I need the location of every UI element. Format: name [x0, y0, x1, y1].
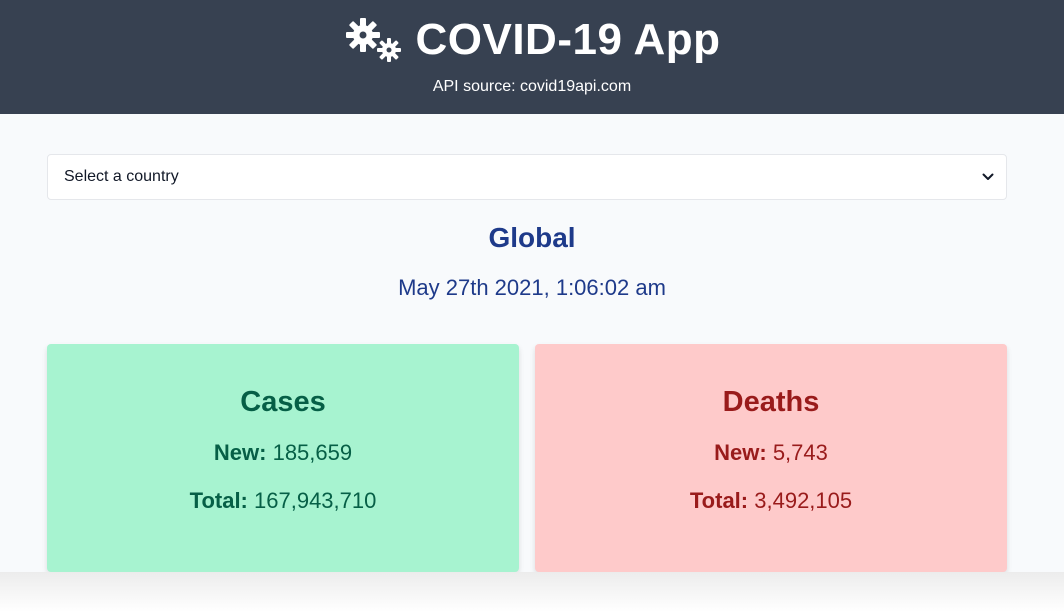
deaths-total-value: 3,492,105 [754, 488, 853, 513]
deaths-new-row: New: 5,743 [535, 439, 1007, 467]
cases-card-title: Cases [240, 386, 326, 418]
deaths-new-value: 5,743 [772, 440, 828, 465]
cases-total-value: 167,943,710 [254, 488, 377, 513]
deaths-total-row: Total: 3,492,105 [535, 487, 1007, 515]
cases-total-row: Total: 167,943,710 [47, 487, 519, 515]
deaths-new-label: New: [714, 440, 767, 465]
app-title: COVID-19 App [415, 15, 721, 64]
region-title: Global [488, 222, 576, 253]
api-source-text: API source: covid19api.com [432, 78, 632, 95]
chevron-down-icon [982, 173, 994, 180]
cases-card: Cases New: 185,659 Total: 167,943,710 [47, 344, 519, 572]
deaths-card: Deaths New: 5,743 Total: 3,492,105 [535, 344, 1007, 572]
virus-gears-icon [346, 18, 402, 62]
main-content: Select a country Global May 27th 2021, 1… [0, 114, 1064, 572]
title-row: COVID-19 App [0, 12, 1064, 68]
app-header: COVID-19 App API source: covid19api.com [0, 0, 1064, 114]
last-updated-datetime: May 27th 2021, 1:06:02 am [398, 275, 666, 300]
page-footer-area [0, 572, 1064, 612]
country-select[interactable]: Select a country [47, 154, 1007, 200]
deaths-card-title: Deaths [722, 386, 820, 418]
country-select-value: Select a country [64, 168, 179, 185]
deaths-total-label: Total: [689, 488, 749, 513]
cases-total-label: Total: [189, 488, 248, 513]
cases-new-value: 185,659 [272, 440, 353, 465]
cases-new-row: New: 185,659 [47, 439, 519, 467]
cases-new-label: New: [213, 440, 267, 465]
